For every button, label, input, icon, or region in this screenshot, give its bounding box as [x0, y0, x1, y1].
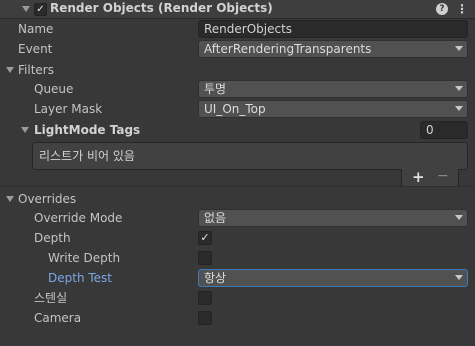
stencil-label: 스텐실 — [34, 291, 68, 305]
lightmode-list: 리스트가 비어 있음 — [32, 142, 468, 170]
layer-mask-dropdown[interactable]: UI_On_Top — [198, 100, 468, 118]
depth-test-dropdown[interactable]: 항상 — [198, 269, 468, 287]
override-mode-value: 없음 — [204, 211, 227, 225]
queue-value: 투명 — [204, 82, 227, 96]
component-enabled-checkbox[interactable]: ✓ — [34, 3, 47, 16]
event-label: Event — [18, 42, 53, 56]
section-divider — [0, 186, 475, 187]
layer-mask-label: Layer Mask — [34, 102, 103, 116]
stencil-checkbox[interactable] — [198, 291, 212, 305]
chevron-down-icon — [455, 275, 463, 280]
component-foldout-icon[interactable] — [22, 6, 30, 12]
write-depth-checkbox[interactable] — [198, 251, 212, 265]
depth-test-value: 항상 — [204, 271, 227, 285]
queue-label: Queue — [34, 82, 74, 96]
override-mode-label: Override Mode — [34, 211, 123, 225]
depth-checkbox[interactable]: ✓ — [198, 231, 212, 245]
filters-section-label[interactable]: Filters — [18, 62, 54, 78]
name-field[interactable]: RenderObjects — [198, 20, 468, 38]
camera-checkbox[interactable] — [198, 311, 212, 325]
override-mode-dropdown[interactable]: 없음 — [198, 209, 468, 227]
remove-button[interactable]: − — [437, 168, 449, 184]
overrides-foldout-icon[interactable] — [6, 196, 14, 202]
list-footer: + − — [401, 168, 459, 187]
depth-label: Depth — [34, 231, 71, 245]
event-dropdown[interactable]: AfterRenderingTransparents — [198, 40, 468, 58]
list-empty-text: 리스트가 비어 있음 — [39, 149, 135, 163]
help-icon[interactable]: ? — [436, 3, 448, 15]
filters-foldout-icon[interactable] — [6, 67, 14, 73]
chevron-down-icon — [455, 46, 463, 51]
overrides-section-label[interactable]: Overrides — [18, 191, 76, 207]
chevron-down-icon — [455, 86, 463, 91]
add-button[interactable]: + — [412, 168, 425, 186]
kebab-menu-icon[interactable]: ⋮ — [456, 2, 468, 16]
write-depth-label: Write Depth — [48, 251, 121, 265]
event-value: AfterRenderingTransparents — [204, 42, 372, 56]
queue-dropdown[interactable]: 투명 — [198, 80, 468, 98]
lightmode-tags-label[interactable]: LightMode Tags — [34, 122, 140, 138]
depth-test-label: Depth Test — [48, 271, 112, 285]
lightmode-count-field[interactable]: 0 — [420, 121, 468, 139]
chevron-down-icon — [455, 106, 463, 111]
camera-label: Camera — [34, 311, 82, 325]
component-title: Render Objects (Render Objects) — [50, 1, 273, 15]
layer-mask-value: UI_On_Top — [204, 102, 266, 116]
name-label: Name — [18, 22, 54, 36]
lightmode-foldout-icon[interactable] — [21, 127, 29, 133]
chevron-down-icon — [455, 215, 463, 220]
